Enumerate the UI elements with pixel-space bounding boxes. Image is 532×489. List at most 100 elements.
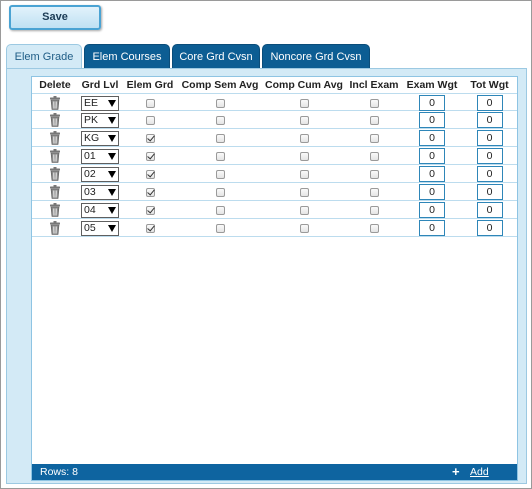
comp-cum-avg-checkbox[interactable] (299, 205, 309, 215)
tot-wgt-input[interactable]: 0 (476, 148, 503, 164)
tab-noncore-grd-cvsn[interactable]: Noncore Grd Cvsn (262, 44, 370, 68)
elem-grd-checkbox[interactable] (145, 187, 155, 197)
incl-exam-checkbox[interactable] (369, 205, 379, 215)
elem-grd-checkbox[interactable] (145, 169, 155, 179)
trash-icon[interactable] (49, 131, 61, 145)
comp-cum-avg-cell (262, 201, 346, 219)
grd-lvl-select[interactable]: EE (81, 95, 119, 111)
tot-wgt-input[interactable]: 0 (476, 112, 503, 128)
trash-icon[interactable] (49, 149, 61, 163)
grd-lvl-cell: 01 (78, 147, 122, 165)
comp-sem-avg-checkbox[interactable] (215, 115, 225, 125)
grd-lvl-select[interactable]: 05 (81, 220, 119, 236)
comp-cum-avg-checkbox[interactable] (299, 151, 309, 161)
elem-grade-grid: Delete Grd Lvl Elem Grd Comp Sem Avg Com… (31, 76, 518, 481)
grd-lvl-cell: 03 (78, 183, 122, 201)
exam-wgt-cell: 0 (402, 94, 462, 112)
incl-exam-checkbox[interactable] (369, 98, 379, 108)
tot-wgt-input[interactable]: 0 (476, 95, 503, 111)
tab-core-grd-cvsn[interactable]: Core Grd Cvsn (172, 44, 260, 68)
grd-lvl-select[interactable]: 01 (81, 148, 119, 164)
comp-cum-avg-checkbox[interactable] (299, 223, 309, 233)
grd-lvl-select[interactable]: 04 (81, 202, 119, 218)
comp-sem-avg-checkbox[interactable] (215, 187, 225, 197)
elem-grd-checkbox[interactable] (145, 98, 155, 108)
elem-grd-checkbox[interactable] (145, 151, 155, 161)
incl-exam-checkbox[interactable] (369, 133, 379, 143)
comp-sem-avg-cell (178, 94, 262, 112)
add-icon[interactable]: + (452, 464, 460, 479)
trash-icon[interactable] (49, 221, 61, 235)
exam-wgt-input[interactable]: 0 (419, 166, 445, 182)
tab-elem-courses[interactable]: Elem Courses (84, 44, 170, 68)
tot-wgt-cell: 0 (462, 183, 517, 201)
grd-lvl-select[interactable]: PK (81, 112, 119, 128)
tot-wgt-input[interactable]: 0 (476, 130, 503, 146)
elem-grd-cell (122, 94, 178, 112)
column-header-grd-lvl: Grd Lvl (81, 79, 119, 91)
tot-wgt-cell: 0 (462, 94, 517, 112)
comp-sem-avg-checkbox[interactable] (215, 151, 225, 161)
incl-exam-checkbox[interactable] (369, 223, 379, 233)
exam-wgt-input[interactable]: 0 (419, 184, 445, 200)
comp-sem-avg-cell (178, 201, 262, 219)
comp-sem-avg-cell (178, 111, 262, 129)
trash-icon[interactable] (49, 113, 61, 127)
delete-cell (32, 147, 78, 165)
comp-sem-avg-checkbox[interactable] (215, 169, 225, 179)
comp-cum-avg-cell (262, 219, 346, 237)
dropdown-arrow-icon (108, 170, 116, 178)
exam-wgt-cell: 0 (402, 147, 462, 165)
comp-cum-avg-checkbox[interactable] (299, 187, 309, 197)
dropdown-arrow-icon (108, 152, 116, 160)
grd-lvl-cell: 05 (78, 219, 122, 237)
comp-cum-avg-checkbox[interactable] (299, 98, 309, 108)
comp-cum-avg-cell (262, 111, 346, 129)
comp-sem-avg-cell (178, 219, 262, 237)
exam-wgt-input[interactable]: 0 (419, 220, 445, 236)
grd-lvl-value: 03 (84, 185, 96, 198)
tot-wgt-cell: 0 (462, 219, 517, 237)
exam-wgt-input[interactable]: 0 (419, 130, 445, 146)
exam-wgt-input[interactable]: 0 (419, 95, 445, 111)
elem-grd-checkbox[interactable] (145, 223, 155, 233)
elem-grd-checkbox[interactable] (145, 205, 155, 215)
incl-exam-cell (346, 219, 402, 237)
comp-cum-avg-cell (262, 94, 346, 112)
grd-lvl-value: 04 (84, 203, 96, 216)
incl-exam-checkbox[interactable] (369, 151, 379, 161)
incl-exam-checkbox[interactable] (369, 169, 379, 179)
exam-wgt-input[interactable]: 0 (419, 112, 445, 128)
exam-wgt-input[interactable]: 0 (419, 202, 445, 218)
add-link[interactable]: Add (470, 464, 489, 480)
trash-icon[interactable] (49, 167, 61, 181)
exam-wgt-input[interactable]: 0 (419, 148, 445, 164)
elem-grd-checkbox[interactable] (145, 115, 155, 125)
comp-sem-avg-checkbox[interactable] (215, 223, 225, 233)
incl-exam-cell (346, 165, 402, 183)
delete-cell (32, 219, 78, 237)
save-button[interactable]: Save (9, 5, 101, 30)
comp-sem-avg-checkbox[interactable] (215, 205, 225, 215)
incl-exam-checkbox[interactable] (369, 115, 379, 125)
elem-grd-cell (122, 219, 178, 237)
tot-wgt-input[interactable]: 0 (476, 184, 503, 200)
grd-lvl-select[interactable]: KG (81, 130, 119, 146)
incl-exam-checkbox[interactable] (369, 187, 379, 197)
trash-icon[interactable] (49, 203, 61, 217)
elem-grd-checkbox[interactable] (145, 133, 155, 143)
comp-cum-avg-checkbox[interactable] (299, 133, 309, 143)
comp-sem-avg-checkbox[interactable] (215, 133, 225, 143)
tab-elem-grade[interactable]: Elem Grade (6, 44, 82, 68)
comp-sem-avg-checkbox[interactable] (215, 98, 225, 108)
trash-icon[interactable] (49, 96, 61, 110)
comp-cum-avg-checkbox[interactable] (299, 115, 309, 125)
grd-lvl-select[interactable]: 03 (81, 184, 119, 200)
trash-icon[interactable] (49, 185, 61, 199)
dropdown-arrow-icon (108, 116, 116, 124)
tot-wgt-input[interactable]: 0 (476, 202, 503, 218)
tot-wgt-input[interactable]: 0 (476, 220, 503, 236)
comp-cum-avg-checkbox[interactable] (299, 169, 309, 179)
tot-wgt-input[interactable]: 0 (476, 166, 503, 182)
grd-lvl-select[interactable]: 02 (81, 166, 119, 182)
